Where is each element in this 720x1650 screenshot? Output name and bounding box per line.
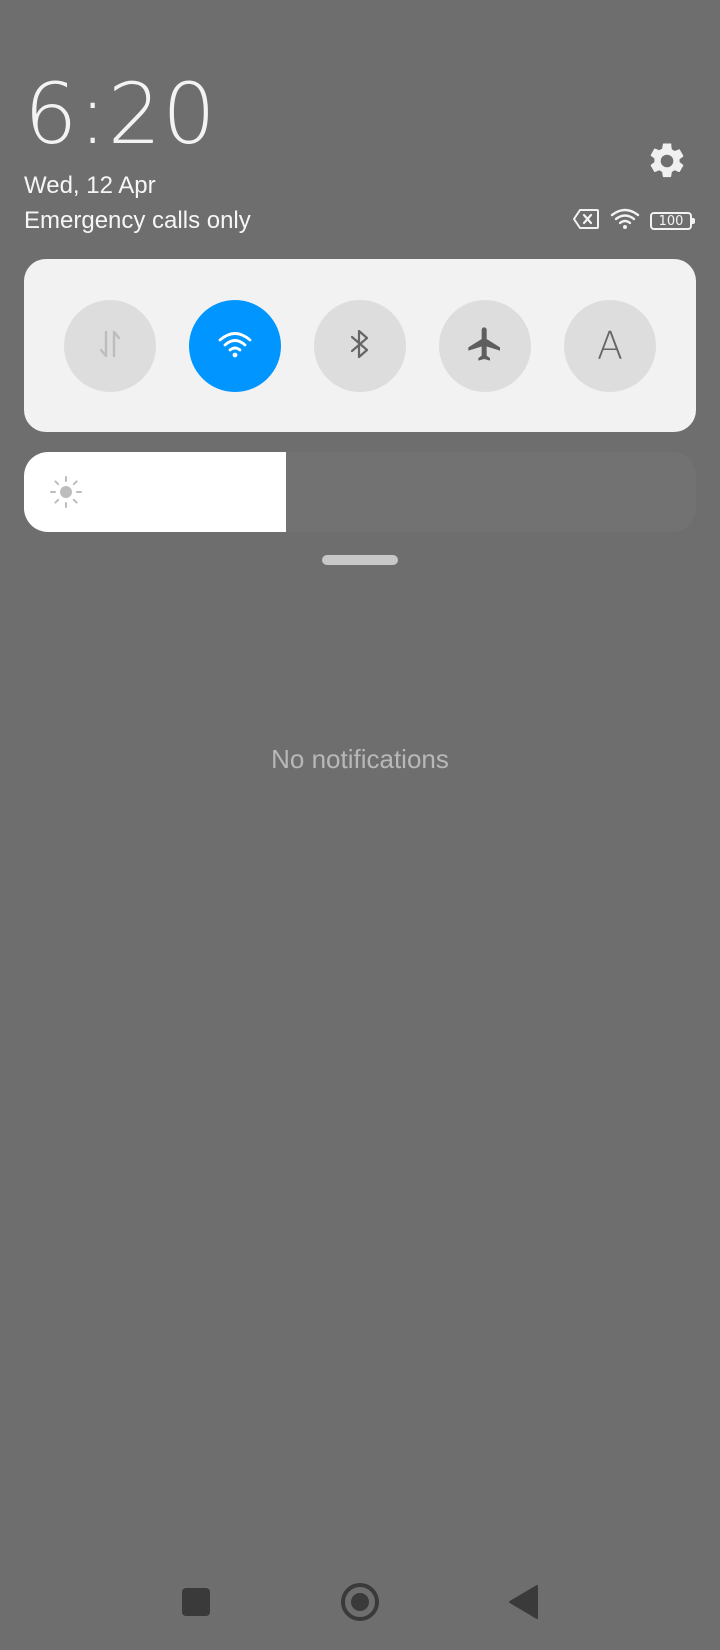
carrier-status: Emergency calls only (24, 207, 251, 234)
settings-gear-icon[interactable] (646, 140, 688, 182)
circle-home-icon (339, 1581, 381, 1627)
quick-toggles-panel: A (24, 259, 696, 432)
data-arrows-icon (90, 324, 130, 368)
toggle-wifi[interactable] (189, 300, 281, 392)
no-sim-icon (572, 208, 600, 234)
square-icon (181, 1587, 211, 1621)
status-bar-icons: 100 (572, 208, 695, 234)
bluetooth-icon (340, 324, 380, 368)
airplane-icon (465, 324, 505, 368)
wifi-icon (215, 324, 255, 368)
home-button[interactable] (328, 1582, 392, 1626)
date-label: Wed, 12 Apr (24, 172, 156, 199)
empty-notifications-text: No notifications (271, 744, 449, 774)
toggle-bluetooth[interactable] (314, 300, 406, 392)
toggle-auto-brightness[interactable]: A (564, 300, 656, 392)
toggle-mobile-data[interactable] (64, 300, 156, 392)
toggle-airplane-mode[interactable] (439, 300, 531, 392)
triangle-back-icon (507, 1584, 541, 1624)
brightness-slider[interactable] (24, 452, 696, 532)
auto-brightness-icon: A (597, 324, 623, 368)
wifi-status-icon (610, 208, 640, 234)
battery-icon: 100 (650, 212, 695, 230)
clock-time: 6:20 (24, 65, 217, 163)
drawer-handle[interactable] (322, 555, 398, 565)
back-button[interactable] (492, 1582, 556, 1626)
sun-icon (46, 472, 86, 512)
recents-button[interactable] (164, 1582, 228, 1626)
